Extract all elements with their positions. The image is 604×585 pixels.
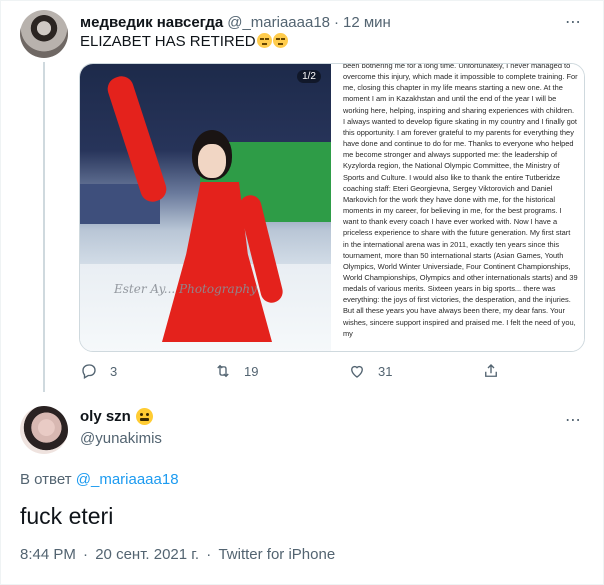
parent-tweet-text-content: ELIZABET HAS RETIRED: [80, 33, 256, 50]
relieved-face-emoji-icon: [256, 33, 272, 48]
skater-photo[interactable]: 1/2 Ester Ay... Photography: [80, 64, 331, 351]
reply-to-prefix: В ответ: [20, 471, 72, 488]
reply-to-handle-link[interactable]: @_mariaaaa18: [76, 471, 179, 488]
parent-tweet-text: ELIZABET HAS RETIRED: [80, 33, 288, 50]
meta-separator: ·: [206, 546, 212, 563]
like-action[interactable]: 31: [348, 362, 392, 380]
grimacing-face-emoji-icon: [135, 408, 153, 425]
reply-tweet-text: fuck eteri: [20, 503, 114, 529]
parent-timestamp[interactable]: 12 мин: [343, 14, 391, 31]
reply-metadata: 8:44 PM · 20 сент. 2021 г. · Twitter for…: [20, 546, 335, 563]
reply-display-name[interactable]: oly szn: [80, 408, 131, 425]
relieved-face-emoji-icon: [272, 33, 288, 48]
thread-connector-line: [43, 62, 45, 392]
retweet-icon: [217, 364, 229, 378]
reply-handle[interactable]: @yunakimis: [80, 430, 162, 447]
like-count: 31: [378, 363, 393, 379]
reply-avatar[interactable]: [20, 406, 68, 454]
tweet-media-grid[interactable]: 1/2 Ester Ay... Photography been botheri…: [79, 63, 585, 352]
parent-header: медведик навсегда @_mariaaaa18 · 12 мин: [80, 12, 391, 32]
share-action[interactable]: [482, 362, 500, 380]
reply-name-row: oly szn: [80, 408, 153, 425]
reply-time[interactable]: 8:44 PM: [20, 546, 76, 563]
tweet-actions: 3 19 31: [80, 362, 510, 384]
heart-icon: [351, 365, 363, 378]
reply-source[interactable]: Twitter for iPhone: [218, 546, 335, 563]
share-icon: [485, 364, 497, 377]
frame-border-left: [0, 0, 1, 585]
skater-face: [198, 144, 226, 178]
meta-separator: ·: [83, 546, 89, 563]
parent-handle[interactable]: @_mariaaaa18: [227, 14, 330, 31]
more-options-icon[interactable]: ⋯: [565, 12, 582, 32]
reply-action[interactable]: 3: [80, 362, 117, 380]
parent-avatar[interactable]: [20, 10, 68, 58]
statement-text: been bothering me for a long time. Unfor…: [342, 64, 578, 338]
parent-display-name[interactable]: медведик навсегда: [80, 14, 223, 31]
replying-to: В ответ @_mariaaaa18: [20, 471, 179, 488]
reply-date[interactable]: 20 сент. 2021 г.: [95, 546, 199, 563]
reply-count: 3: [110, 363, 118, 379]
statement-image[interactable]: been bothering me for a long time. Unfor…: [330, 64, 584, 351]
retweet-count: 19: [244, 363, 259, 379]
more-options-icon[interactable]: ⋯: [565, 410, 582, 430]
photo-counter: 1/2: [297, 70, 321, 83]
header-separator: ·: [334, 13, 340, 31]
frame-border-top: [0, 0, 604, 1]
retweet-action[interactable]: 19: [214, 362, 258, 380]
photo-watermark: Ester Ay... Photography: [114, 282, 257, 296]
reply-icon: [82, 364, 96, 379]
